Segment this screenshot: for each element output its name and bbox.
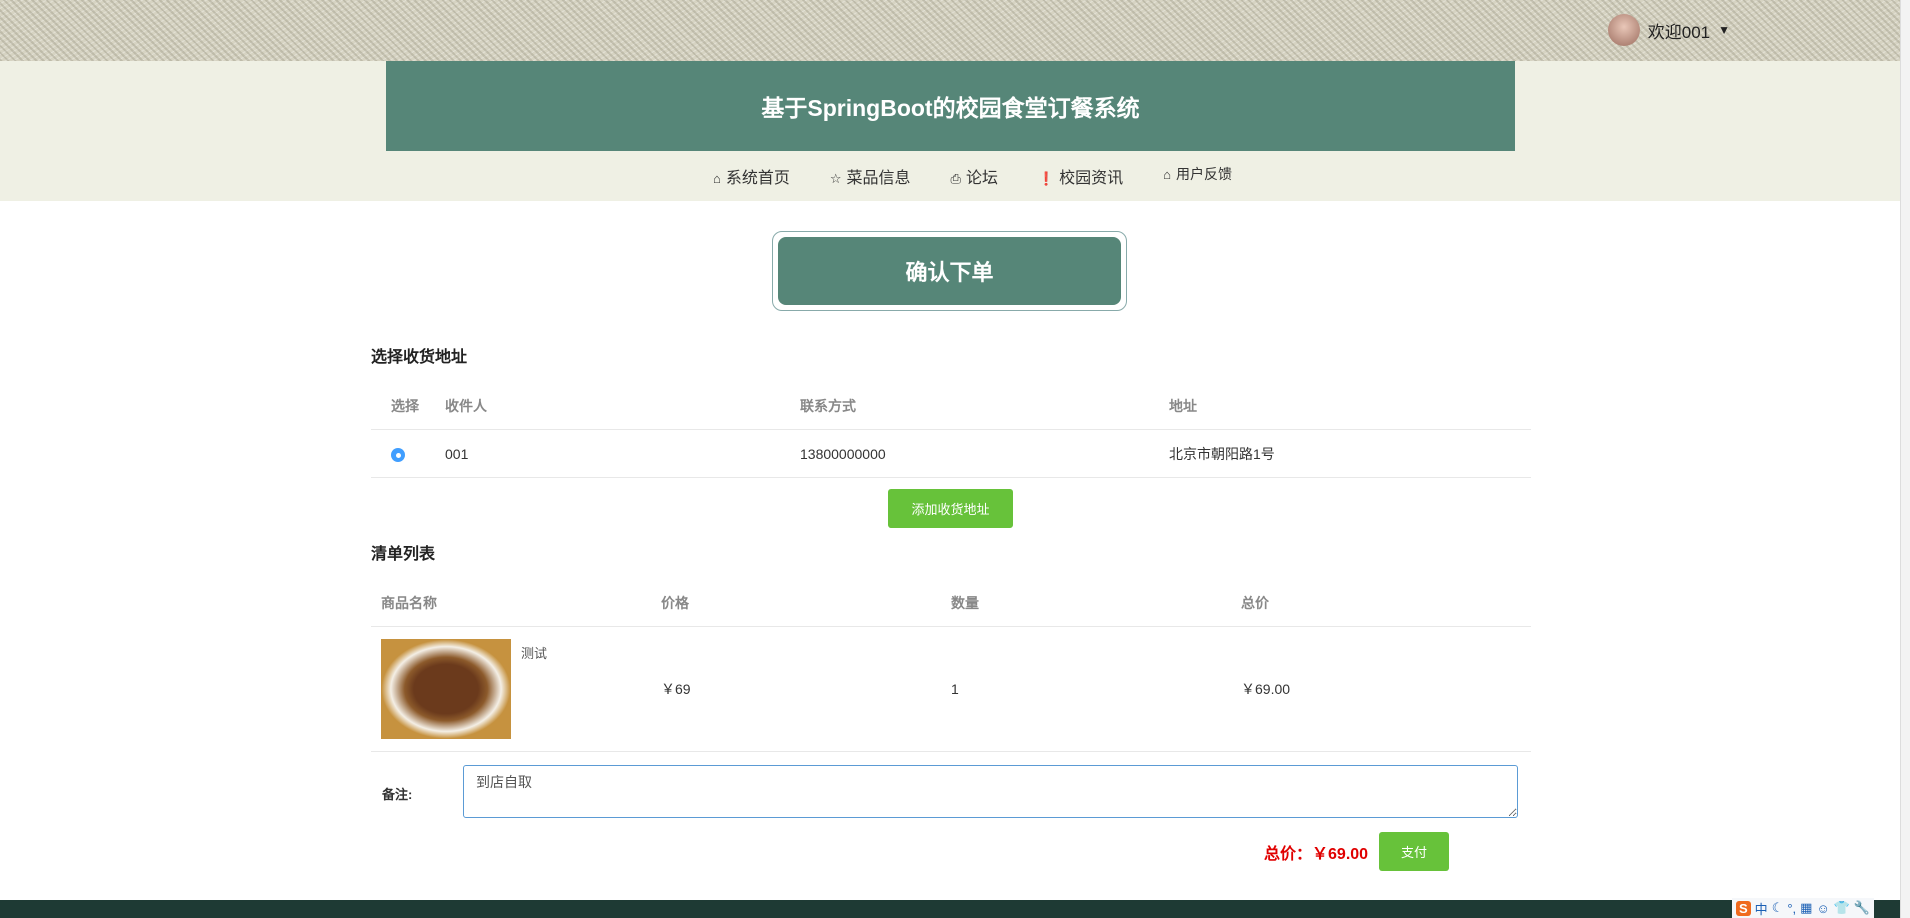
- shirt-icon: 👕: [1833, 900, 1850, 915]
- nav-news[interactable]: ❗ 校园资讯: [1038, 164, 1123, 188]
- home-icon: ⌂: [712, 171, 721, 186]
- keyboard-icon: ▦: [1800, 900, 1813, 915]
- main-nav: ⌂ 系统首页 ☆ 菜品信息 ⎙ 论坛 ❗ 校园资讯 ⌂ 用户反馈: [0, 164, 1910, 188]
- table-row[interactable]: 001 13800000000 北京市朝阳路1号: [371, 430, 1531, 478]
- dish-image: [381, 639, 511, 739]
- moon-icon: ☾: [1771, 900, 1784, 915]
- bag-icon: ⎙: [950, 171, 961, 186]
- nav-forum[interactable]: ⎙ 论坛: [951, 164, 998, 188]
- footer: [0, 900, 1910, 918]
- nav-feedback[interactable]: ⌂ 用户反馈: [1163, 164, 1232, 188]
- add-address-button[interactable]: 添加收货地址: [888, 489, 1013, 528]
- table-header: 商品名称 价格 数量 总价: [371, 579, 1531, 627]
- star-icon: ☆: [829, 171, 842, 186]
- page-title: 确认下单: [778, 237, 1121, 305]
- punctuation-icon: °,: [1787, 900, 1797, 916]
- address-heading: 选择收货地址: [371, 349, 468, 366]
- wrench-icon: 🔧: [1853, 900, 1871, 915]
- user-menu[interactable]: 欢迎001 ▼: [1607, 14, 1730, 46]
- address-table: 选择 收件人 联系方式 地址 001 13800000000 北京市朝阳路1号: [371, 382, 1531, 478]
- scrollbar[interactable]: [1900, 0, 1910, 918]
- user-icon: ☺: [1816, 900, 1830, 916]
- table-header: 选择 收件人 联系方式 地址: [371, 382, 1531, 430]
- sogou-logo: S: [1736, 900, 1751, 916]
- avatar: [1607, 14, 1640, 46]
- nav-dishes[interactable]: ☆ 菜品信息: [830, 164, 911, 188]
- address-radio[interactable]: [391, 448, 405, 463]
- cart-heading: 清单列表: [371, 546, 436, 563]
- cart-table: 商品名称 价格 数量 总价 测试 ￥69 1 ￥69.00: [371, 579, 1531, 752]
- ime-toolbar[interactable]: S 中 ☾ °, ▦ ☺ 👕 🔧: [1732, 898, 1875, 918]
- nav-home[interactable]: ⌂ 系统首页: [713, 164, 790, 188]
- caret-down-icon: ▼: [1718, 23, 1730, 37]
- remark-label: 备注:: [382, 787, 413, 802]
- info-icon: ❗: [1037, 171, 1055, 186]
- remark-input[interactable]: 到店自取: [463, 765, 1518, 818]
- user-greeting: 欢迎001: [1647, 22, 1711, 42]
- page-title-box: 确认下单: [772, 231, 1127, 311]
- pay-button[interactable]: 支付: [1379, 832, 1449, 871]
- total-price: 总价：￥69.00: [1264, 846, 1369, 863]
- home-icon: ⌂: [1163, 167, 1172, 182]
- site-title: 基于SpringBoot的校园食堂订餐系统: [386, 61, 1515, 151]
- table-row: 测试 ￥69 1 ￥69.00: [371, 627, 1531, 752]
